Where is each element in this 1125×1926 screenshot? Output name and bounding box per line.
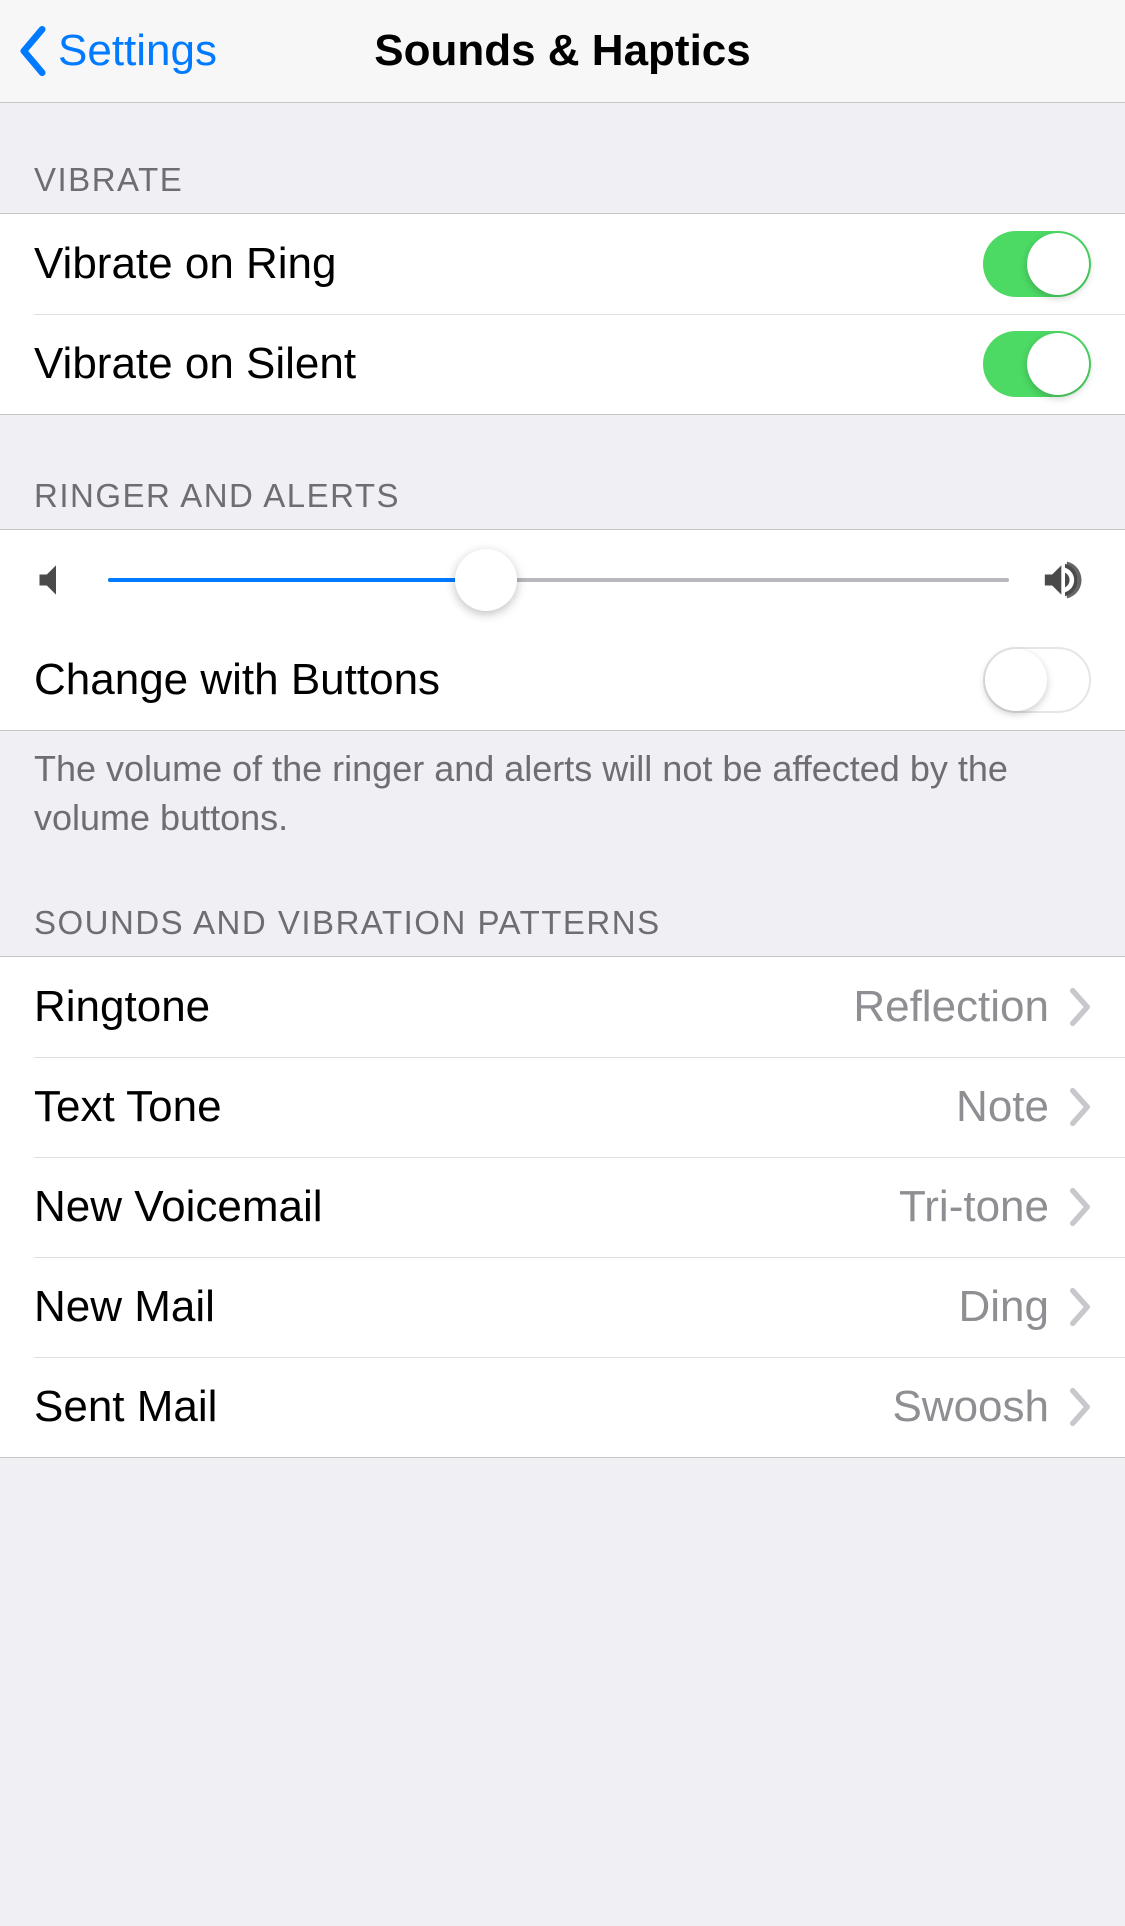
page-title: Sounds & Haptics [374, 26, 751, 76]
chevron-right-icon [1069, 987, 1091, 1027]
new-voicemail-row[interactable]: New Voicemail Tri-tone [0, 1157, 1125, 1257]
slider-fill [108, 578, 486, 582]
chevron-right-icon [1069, 1087, 1091, 1127]
ringer-volume-row [0, 530, 1125, 630]
speaker-low-icon [34, 558, 78, 602]
row-label: Ringtone [34, 982, 853, 1032]
vibrate-on-ring-toggle[interactable] [983, 231, 1091, 297]
chevron-right-icon [1069, 1387, 1091, 1427]
row-value: Note [956, 1082, 1049, 1132]
sounds-list: Ringtone Reflection Text Tone Note New V… [0, 956, 1125, 1458]
nav-bar: Settings Sounds & Haptics [0, 0, 1125, 103]
ringtone-row[interactable]: Ringtone Reflection [0, 957, 1125, 1057]
toggle-knob [985, 649, 1047, 711]
text-tone-row[interactable]: Text Tone Note [0, 1057, 1125, 1157]
row-value: Swoosh [892, 1382, 1049, 1432]
row-label: New Mail [34, 1282, 959, 1332]
row-label: New Voicemail [34, 1182, 899, 1232]
sent-mail-row[interactable]: Sent Mail Swoosh [0, 1357, 1125, 1457]
section-header-ringer: Ringer and Alerts [0, 415, 1125, 529]
row-label: Text Tone [34, 1082, 956, 1132]
ringer-volume-slider[interactable] [108, 578, 1009, 582]
section-header-sounds: Sounds and Vibration Patterns [0, 842, 1125, 956]
section-header-vibrate: Vibrate [0, 103, 1125, 213]
row-label: Sent Mail [34, 1382, 892, 1432]
toggle-knob [1027, 233, 1089, 295]
vibrate-on-ring-row: Vibrate on Ring [0, 214, 1125, 314]
toggle-knob [1027, 333, 1089, 395]
vibrate-list: Vibrate on Ring Vibrate on Silent [0, 213, 1125, 415]
slider-thumb[interactable] [455, 549, 517, 611]
vibrate-on-silent-row: Vibrate on Silent [0, 314, 1125, 414]
vibrate-on-silent-toggle[interactable] [983, 331, 1091, 397]
row-value: Reflection [853, 982, 1049, 1032]
row-label: Vibrate on Silent [34, 339, 983, 389]
nav-back-label: Settings [58, 26, 217, 76]
nav-back-button[interactable]: Settings [0, 26, 217, 76]
row-value: Ding [959, 1282, 1050, 1332]
chevron-left-icon [16, 26, 50, 76]
new-mail-row[interactable]: New Mail Ding [0, 1257, 1125, 1357]
row-value: Tri-tone [899, 1182, 1049, 1232]
chevron-right-icon [1069, 1187, 1091, 1227]
ringer-list: Change with Buttons [0, 529, 1125, 731]
ringer-footer: The volume of the ringer and alerts will… [0, 731, 1125, 842]
change-with-buttons-row: Change with Buttons [0, 630, 1125, 730]
row-label: Change with Buttons [34, 655, 983, 705]
chevron-right-icon [1069, 1287, 1091, 1327]
speaker-high-icon [1039, 558, 1091, 602]
row-label: Vibrate on Ring [34, 239, 983, 289]
change-with-buttons-toggle[interactable] [983, 647, 1091, 713]
